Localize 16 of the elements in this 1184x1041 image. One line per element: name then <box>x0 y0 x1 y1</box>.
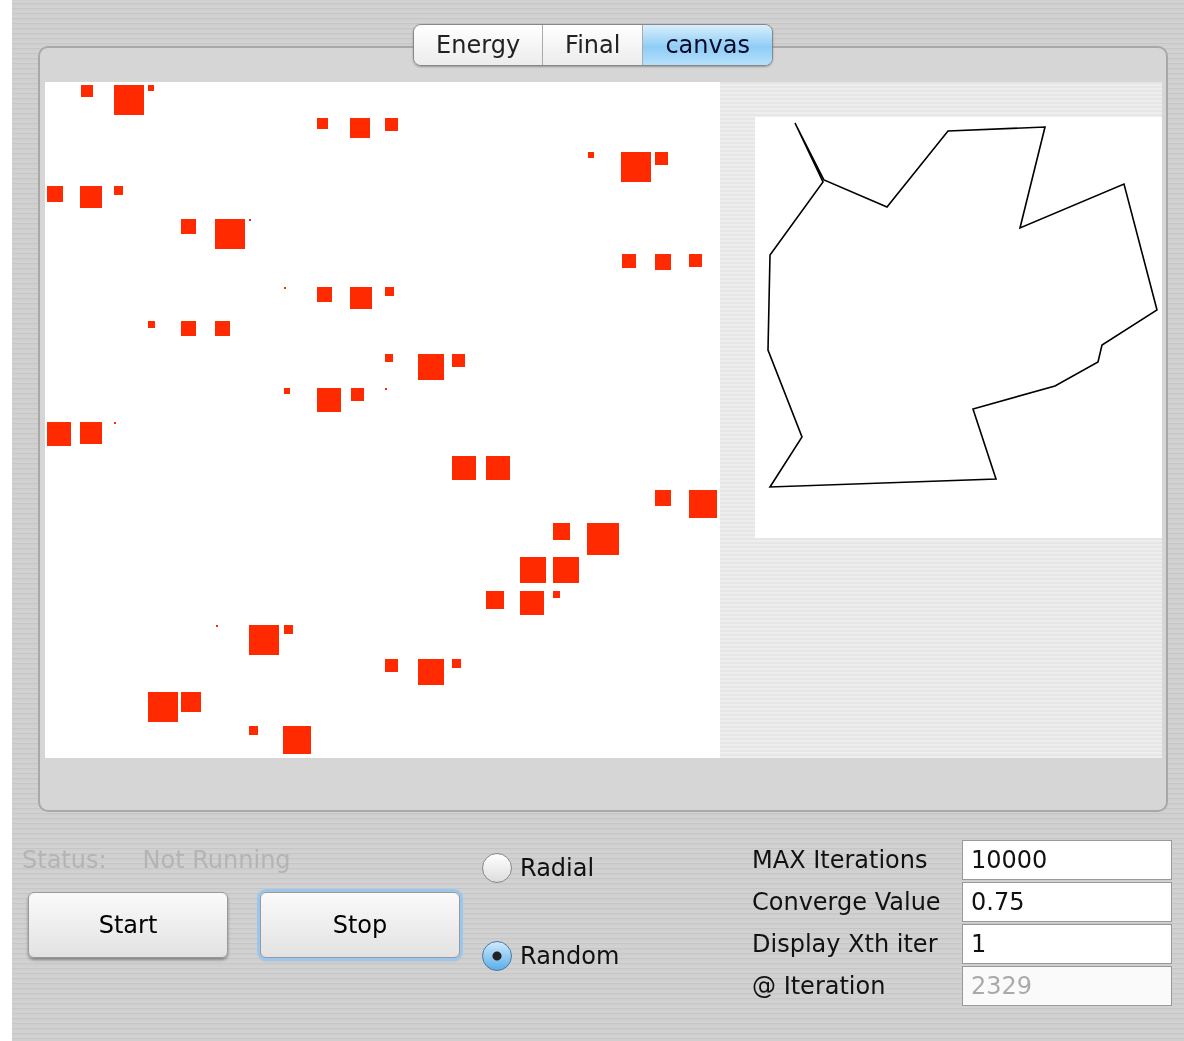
field-label: @ Iteration <box>752 971 887 1002</box>
input-field[interactable]: 0.75 <box>962 882 1172 922</box>
input-field[interactable]: 1 <box>962 924 1172 964</box>
tab[interactable]: Final <box>543 25 644 65</box>
input-field[interactable]: 10000 <box>962 840 1172 880</box>
push-button[interactable]: Start <box>28 892 228 958</box>
tab[interactable]: canvas <box>643 25 772 65</box>
radio-button[interactable] <box>482 853 512 883</box>
radio-label[interactable]: Random <box>520 938 620 974</box>
field-label: MAX Iterations <box>752 845 929 876</box>
radio-button[interactable] <box>482 941 512 971</box>
tab[interactable]: Energy <box>414 25 544 65</box>
field-label: Converge Value <box>752 887 942 918</box>
push-button[interactable]: Stop <box>260 892 460 958</box>
radio-label[interactable]: Radial <box>520 850 595 886</box>
field-label: Display Xth iter <box>752 929 939 960</box>
